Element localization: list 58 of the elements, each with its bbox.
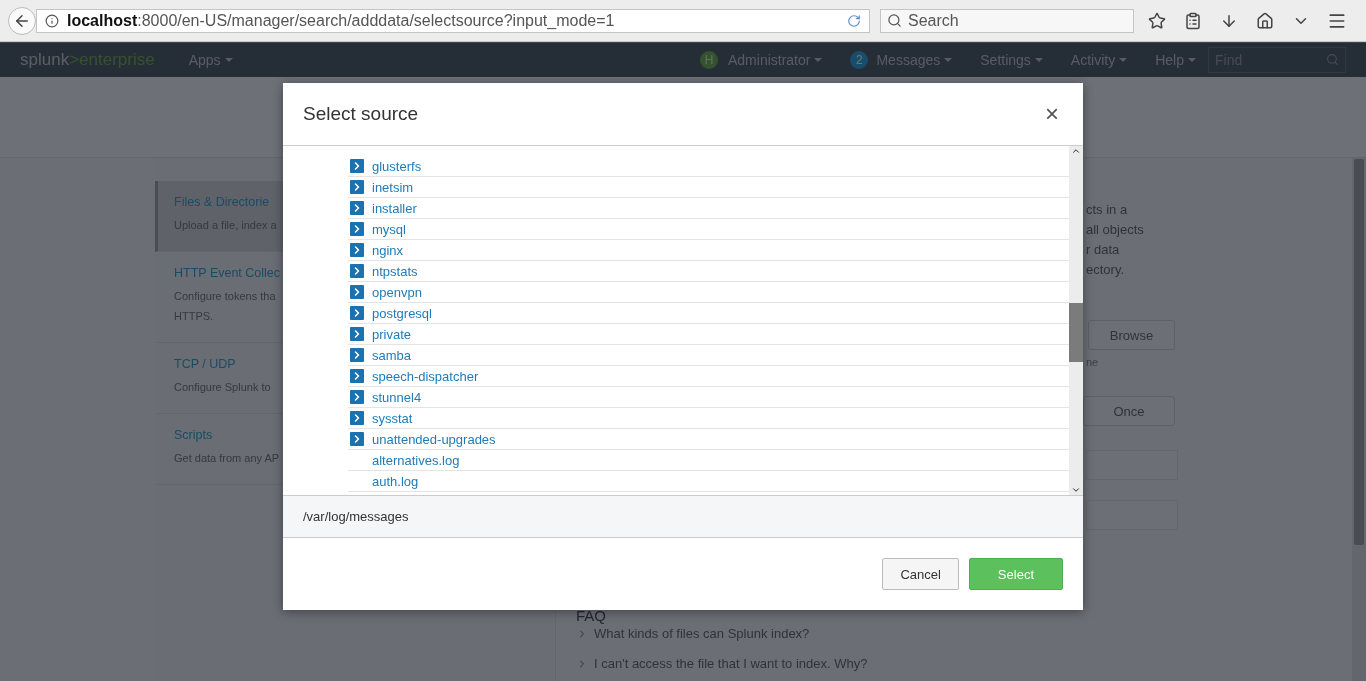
scrollbar-thumb[interactable] [1354,159,1364,545]
expand-icon[interactable] [350,180,364,194]
faq-item[interactable]: What kinds of files can Splunk index? [576,626,810,641]
folder-item[interactable]: installer [372,200,417,216]
file-item[interactable]: alternatives.log [372,452,460,468]
address-bar[interactable]: localhost:8000/en-US/manager/search/adddata/selectsource?input_mode=1 [36,8,870,33]
scrollbar[interactable] [1352,157,1366,681]
expand-icon[interactable] [350,411,364,425]
expand-icon[interactable] [350,432,364,446]
folder-item[interactable]: private [372,326,412,342]
search-icon [887,13,902,28]
sidebar-item-title: Scripts [174,428,213,442]
scroll-down-icon[interactable] [1071,485,1081,495]
folder-item[interactable]: inetsim [372,179,414,195]
back-button[interactable] [8,6,36,35]
folder-item[interactable]: ntpstats [372,263,418,279]
folder-item[interactable]: stunnel4 [372,389,422,405]
expand-icon[interactable] [350,243,364,257]
file-item[interactable]: auth.log [372,473,419,489]
cancel-button[interactable]: Cancel [882,558,959,590]
folder-item[interactable]: sysstat [372,410,413,426]
expand-icon[interactable] [350,285,364,299]
sidebar-item-title: HTTP Event Collec [174,266,281,280]
expand-icon[interactable] [350,159,364,173]
search-icon [1326,53,1339,66]
expand-icon[interactable] [350,264,364,278]
selected-path: /var/log/messages [283,496,1083,538]
search-field[interactable]: Search [880,8,1134,33]
info-icon [45,13,59,28]
folder-item[interactable]: unattended-upgrades [372,431,496,447]
close-button[interactable]: × [1041,102,1063,126]
scrollbar-thumb[interactable] [1069,303,1083,362]
sidebar-item-title: TCP / UDP [174,357,236,371]
reload-icon[interactable] [847,13,861,28]
sidebar-item-title: Files & Directorie [174,195,270,209]
folder-item[interactable]: openvpn [372,284,422,300]
expand-icon[interactable] [350,201,364,215]
folder-item[interactable]: glusterfs [372,158,422,174]
faq-title: FAQ [576,607,606,624]
folder-item[interactable]: samba [372,347,412,363]
expand-icon[interactable] [350,348,364,362]
folder-item[interactable]: mysql [372,221,406,237]
description-line: ectory. [1086,261,1126,279]
expand-icon[interactable] [350,390,364,404]
description-line: cts in a [1086,201,1129,219]
once-button[interactable]: Once [1083,396,1175,426]
scrollbar[interactable] [1069,146,1083,495]
folder-item[interactable]: postgresql [372,305,432,321]
folder-item[interactable]: speech-dispatcher [372,368,479,384]
browse-button[interactable]: Browse [1088,320,1175,350]
description-line: all objects [1086,221,1145,239]
expand-icon[interactable] [350,369,364,383]
expand-icon[interactable] [350,306,364,320]
folder-item[interactable]: nginx [372,242,404,258]
expand-icon[interactable] [350,222,364,236]
expand-icon[interactable] [350,327,364,341]
dialog-title: Select source [303,103,419,125]
scroll-up-icon[interactable] [1071,146,1081,156]
